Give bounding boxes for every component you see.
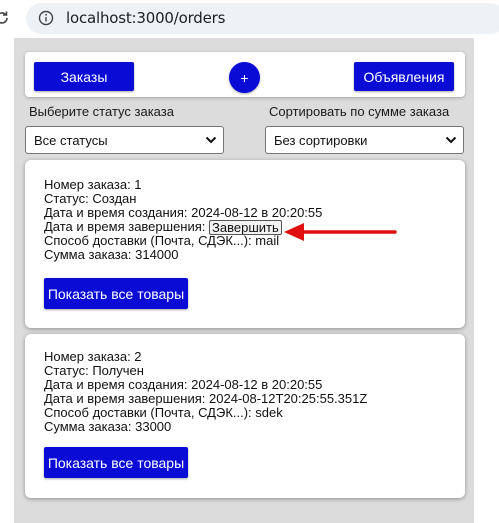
show-all-items-button[interactable]: Показать все товары (44, 447, 188, 478)
sort-filter-label: Сортировать по сумме заказа (269, 104, 450, 119)
status-select-value: Все статусы (34, 132, 108, 148)
top-nav: Заказы + Объявления (25, 52, 465, 97)
browser-toolbar: localhost:3000/orders (0, 0, 499, 38)
order-card: Номер заказа: 1 Статус: Создан Дата и вр… (25, 160, 465, 328)
reload-icon[interactable] (0, 10, 10, 26)
orders-button[interactable]: Заказы (34, 62, 134, 91)
order-total: Сумма заказа: 314000 (44, 247, 179, 262)
chevron-down-icon (205, 136, 217, 144)
order-total: Сумма заказа: 33000 (44, 419, 172, 434)
annotation-arrow (284, 223, 397, 241)
order-finished-label: Дата и время завершения: (44, 219, 206, 234)
ads-button[interactable]: Объявления (354, 62, 454, 91)
order-finished: Дата и время завершения: Завершить (44, 219, 322, 235)
url-text[interactable]: localhost:3000/orders (66, 9, 225, 27)
order-card: Номер заказа: 2 Статус: Получен Дата и в… (25, 334, 465, 498)
order-delivery: Способ доставки (Почта, СДЭК...): mail (44, 233, 280, 248)
order-number: Номер заказа: 2 (44, 349, 142, 364)
order-number: Номер заказа: 1 (44, 177, 142, 192)
sort-select[interactable]: Без сортировки (265, 126, 464, 154)
order-created: Дата и время создания: 2024-08-12 в 20:2… (44, 377, 323, 392)
add-button[interactable]: + (229, 62, 260, 93)
status-filter-label: Выберите статус заказа (25, 101, 225, 122)
order-details: Номер заказа: 1 Статус: Создан Дата и вр… (44, 178, 322, 262)
info-icon[interactable] (38, 10, 54, 26)
order-status: Статус: Получен (44, 363, 144, 378)
order-status: Статус: Создан (44, 191, 137, 206)
sort-select-value: Без сортировки (274, 132, 368, 148)
chevron-down-icon (445, 136, 457, 144)
order-delivery: Способ доставки (Почта, СДЭК...): sdek (44, 405, 283, 420)
status-select[interactable]: Все статусы (25, 126, 224, 154)
order-details: Номер заказа: 2 Статус: Получен Дата и в… (44, 350, 367, 434)
show-all-items-button[interactable]: Показать все товары (44, 278, 188, 309)
order-finished: Дата и время завершения: 2024-08-12T20:2… (44, 391, 368, 406)
order-created: Дата и время создания: 2024-08-12 в 20:2… (44, 205, 323, 220)
orders-page: Заказы + Объявления Выберите статус зака… (14, 38, 474, 523)
